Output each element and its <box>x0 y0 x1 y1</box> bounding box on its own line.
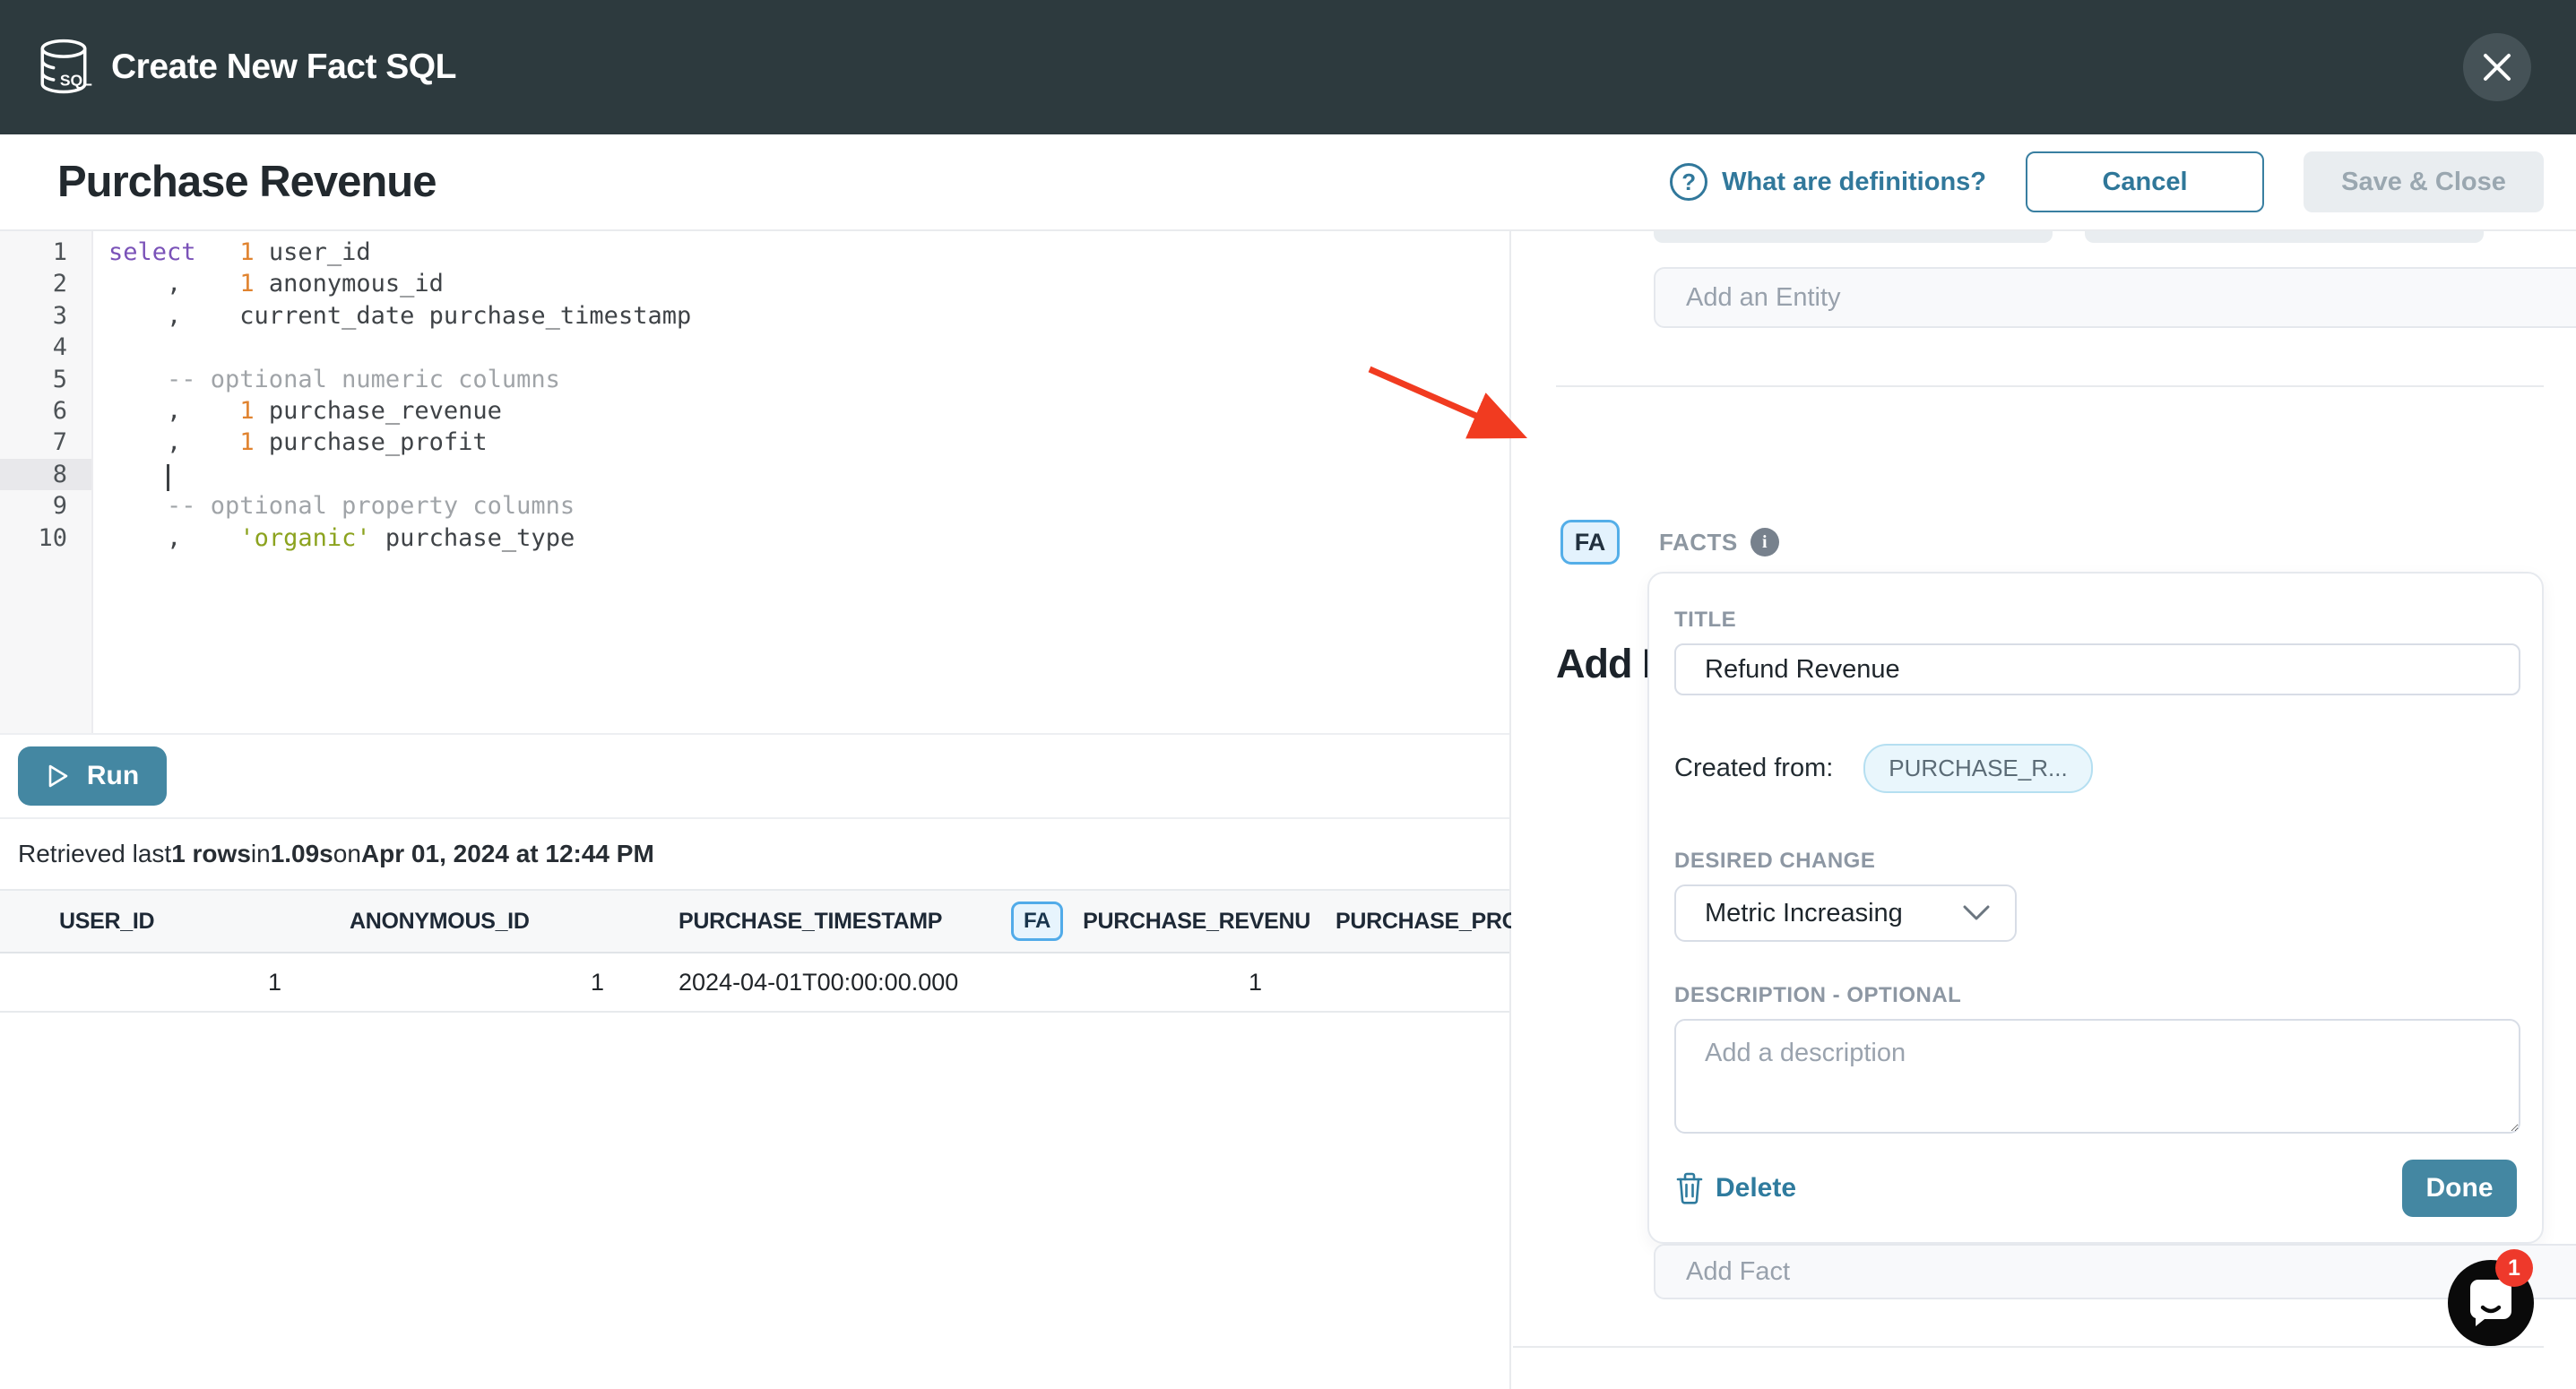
results-data-row: 112024-04-01T00:00:00.0001 <box>0 953 1509 1013</box>
line-number: 1 <box>0 237 91 268</box>
play-icon <box>46 763 71 789</box>
table-cell: 1 <box>296 969 627 996</box>
code-line: -- optional numeric columns <box>108 364 1509 395</box>
code-line: , 1 anonymous_id <box>108 268 1509 299</box>
text-caret <box>167 464 169 491</box>
page-title: Purchase Revenue <box>57 157 437 207</box>
status-text: in <box>251 840 271 868</box>
status-text: Retrieved last <box>18 840 171 868</box>
code-line: select 1 user_id <box>108 237 1509 268</box>
table-cell: 2024-04-01T00:00:00.000 <box>627 969 986 996</box>
code-line: , current_date purchase_timestamp <box>108 300 1509 332</box>
close-button[interactable] <box>2463 33 2531 101</box>
line-number: 6 <box>0 395 91 427</box>
column-header: USER_ID <box>0 909 296 935</box>
desired-change-select[interactable]: Metric Increasing <box>1674 884 2017 942</box>
fact-title-input[interactable] <box>1674 643 2520 695</box>
table-cell: 1 <box>986 969 1318 996</box>
add-fact-field[interactable] <box>1654 1244 2576 1299</box>
toolbar: Purchase Revenue ? What are definitions?… <box>0 134 2576 231</box>
section-divider <box>1556 385 2544 387</box>
line-number: 2 <box>0 268 91 299</box>
line-number: 5 <box>0 364 91 395</box>
line-number: 10 <box>0 522 91 554</box>
code-line: , 1 purchase_profit <box>108 427 1509 458</box>
run-button[interactable]: Run <box>18 746 167 806</box>
cancel-button[interactable]: Cancel <box>2026 151 2264 212</box>
svg-text:SQL: SQL <box>60 72 92 90</box>
section-divider <box>1513 1346 2544 1348</box>
column-header-label: PURCHASE_REVENU <box>1083 909 1310 935</box>
info-icon[interactable]: i <box>1750 528 1779 556</box>
fact-card: TITLE Created from: PURCHASE_R... DESIRE… <box>1647 572 2544 1244</box>
fact-column-badge: FA <box>1011 902 1063 941</box>
line-number: 9 <box>0 490 91 522</box>
sql-workspace: 12345678910 select 1 user_id , 1 anonymo… <box>0 231 1511 1389</box>
sql-code: select 1 user_id , 1 anonymous_id , curr… <box>95 237 1509 554</box>
scrolled-item-remnant <box>2085 231 2484 243</box>
table-cell: 1 <box>0 969 296 996</box>
line-number: 3 <box>0 300 91 332</box>
save-close-button[interactable]: Save & Close <box>2304 151 2544 212</box>
description-label: DESCRIPTION - OPTIONAL <box>1674 983 2517 1008</box>
desired-change-label: DESIRED CHANGE <box>1674 849 2517 874</box>
sql-database-icon: SQL <box>34 35 93 99</box>
run-label: Run <box>87 761 139 791</box>
close-icon <box>2479 49 2515 85</box>
create-fact-sql-modal: SQL Create New Fact SQL Purchase Revenue… <box>0 0 2576 1389</box>
facts-label-group: FACTS i <box>1659 528 1779 556</box>
toolbar-actions: ? What are definitions? Cancel Save & Cl… <box>1670 151 2544 212</box>
results-header-row: USER_IDANONYMOUS_IDPURCHASE_TIMESTAMP FA P… <box>0 889 1509 953</box>
add-entity-input[interactable] <box>1686 283 2576 313</box>
help-icon: ? <box>1670 163 1707 201</box>
column-header: PURCHASE_TIMESTAMP <box>627 909 986 935</box>
done-button[interactable]: Done <box>2402 1160 2517 1217</box>
chat-launcher-button[interactable]: 1 <box>2448 1260 2534 1346</box>
created-from-row: Created from: PURCHASE_R... <box>1674 744 2517 793</box>
status-text: 1.09s <box>271 840 333 868</box>
scrolled-item-remnant <box>1654 231 2053 243</box>
help-label: What are definitions? <box>1722 168 1986 197</box>
run-bar: Run <box>0 733 1509 819</box>
facts-label: FACTS <box>1659 529 1738 556</box>
what-are-definitions-link[interactable]: ? What are definitions? <box>1670 163 1986 201</box>
column-header: ANONYMOUS_ID <box>296 909 627 935</box>
sql-editor[interactable]: 12345678910 select 1 user_id , 1 anonymo… <box>0 231 1509 733</box>
code-line: -- optional property columns <box>108 490 1509 522</box>
chevron-down-icon <box>1961 903 1992 923</box>
column-header: PURCHASE_PRO <box>1318 909 1511 935</box>
desired-change-value: Metric Increasing <box>1705 899 1903 928</box>
code-line: , 1 purchase_revenue <box>108 395 1509 427</box>
fact-abbrev-badge: FA <box>1560 520 1620 565</box>
line-number: 8 <box>0 459 91 490</box>
status-text: 1 rows <box>171 840 251 868</box>
delete-label: Delete <box>1716 1173 1796 1204</box>
query-status: Retrieved last 1 rows in 1.09s on Apr 01… <box>0 819 1509 889</box>
description-textarea[interactable] <box>1674 1019 2520 1134</box>
add-entity-field[interactable] <box>1654 267 2576 328</box>
code-line: , 'organic' purchase_type <box>108 522 1509 554</box>
created-from-chip[interactable]: PURCHASE_R... <box>1863 744 2092 793</box>
code-line <box>108 332 1509 363</box>
modal-header: SQL Create New Fact SQL <box>0 0 2576 134</box>
created-from-label: Created from: <box>1674 754 1833 783</box>
facts-row: FA FACTS i <box>1560 520 1779 565</box>
title-label: TITLE <box>1674 608 2517 633</box>
card-footer: Delete Done <box>1674 1160 2517 1217</box>
line-number: 7 <box>0 427 91 458</box>
chat-unread-badge: 1 <box>2495 1249 2533 1287</box>
results-table: USER_IDANONYMOUS_IDPURCHASE_TIMESTAMP FA P… <box>0 889 1509 1013</box>
code-line <box>108 459 1509 490</box>
line-number: 4 <box>0 332 91 363</box>
column-header: FA PURCHASE_REVENU <box>986 902 1318 941</box>
delete-fact-link[interactable]: Delete <box>1674 1171 1796 1205</box>
trash-icon <box>1674 1171 1705 1205</box>
modal-title: Create New Fact SQL <box>111 47 456 87</box>
line-number-gutter: 12345678910 <box>0 231 93 733</box>
status-text: on <box>333 840 361 868</box>
status-text: Apr 01, 2024 at 12:44 PM <box>361 840 654 868</box>
definition-panel: Add Facts FA FACTS i TITLE Created from:… <box>1513 231 2576 1389</box>
add-fact-input[interactable] <box>1686 1257 2576 1287</box>
